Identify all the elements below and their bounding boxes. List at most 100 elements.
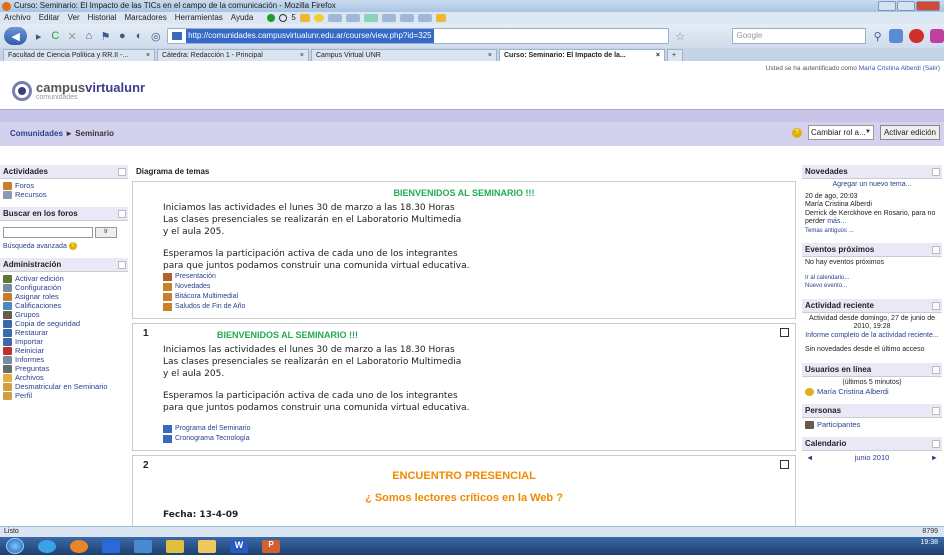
new-event-link[interactable]: Nuevo evento... — [805, 282, 939, 291]
admin-item-grupos[interactable]: Grupos — [3, 310, 125, 319]
tool-icon[interactable] — [417, 14, 432, 22]
abp-icon[interactable] — [909, 29, 924, 43]
tab-catedra[interactable]: Cátedra: Redacción 1 - Principal × — [157, 49, 309, 61]
prev-month-icon[interactable]: ◄ — [806, 453, 813, 462]
resource-link[interactable]: Presentación — [163, 272, 795, 282]
login-user-link[interactable]: María Cristina Alberdi — [859, 65, 921, 72]
new-tab-button[interactable]: + — [667, 49, 683, 61]
reload-icon[interactable]: C — [50, 30, 61, 42]
participants-link[interactable]: Participantes — [805, 420, 939, 429]
green-dot-icon[interactable] — [267, 14, 276, 22]
tab-facultad[interactable]: Facultad de Ciencia Política y RR.II -..… — [3, 49, 155, 61]
admin-item-reiniciar[interactable]: Reiniciar — [3, 346, 125, 355]
forward-icon[interactable]: ▸ — [33, 30, 44, 43]
activate-editing-button[interactable]: Activar edición — [879, 125, 940, 140]
next-month-icon[interactable]: ► — [931, 453, 938, 462]
help-icon[interactable]: ? — [791, 127, 802, 138]
advanced-search-link[interactable]: Búsqueda avanzada? — [3, 242, 125, 250]
resource-link[interactable]: Novedades — [163, 282, 795, 292]
admin-item-informes[interactable]: Informes — [3, 355, 125, 364]
tool-icon[interactable] — [363, 14, 378, 22]
admin-item-copia-seguridad[interactable]: Copia de seguridad — [3, 319, 125, 328]
collapse-toggle[interactable] — [932, 440, 940, 448]
url-bar[interactable]: http://comunidades.campusvirtualunr.edu.… — [167, 28, 669, 44]
collapse-toggle[interactable] — [932, 168, 940, 176]
activity-report-link[interactable]: Informe completo de la actividad recient… — [805, 332, 939, 341]
admin-item-calificaciones[interactable]: Calificaciones — [3, 301, 125, 310]
search-input[interactable]: Google — [731, 28, 867, 44]
forum-search-button[interactable]: Ir — [95, 227, 117, 238]
back-button[interactable]: ◀ — [4, 27, 28, 45]
explorer-icon[interactable] — [198, 539, 216, 553]
folder-icon[interactable] — [299, 14, 310, 22]
admin-item-asignar-roles[interactable]: Asignar roles — [3, 292, 125, 301]
logout-link[interactable]: (Salir) — [923, 65, 940, 72]
paint-icon[interactable] — [166, 539, 184, 553]
firefox-taskbar-icon[interactable] — [70, 539, 88, 553]
resource-link[interactable]: Saludos de Fin de Año — [163, 302, 795, 312]
ring-icon[interactable] — [279, 14, 288, 22]
tool-icon[interactable] — [381, 14, 396, 22]
menu-ver[interactable]: Ver — [68, 12, 80, 24]
addon-icon[interactable] — [929, 29, 944, 43]
sidebar-item-recursos[interactable]: Recursos — [3, 190, 125, 199]
admin-item-preguntas[interactable]: Preguntas — [3, 364, 125, 373]
close-button[interactable] — [916, 1, 940, 11]
help-icon[interactable]: ? — [68, 242, 77, 250]
collapse-toggle[interactable] — [932, 301, 940, 310]
admin-item-perfil[interactable]: Perfil — [3, 391, 125, 400]
admin-item-restaurar[interactable]: Restaurar — [3, 328, 125, 337]
home-icon[interactable]: ⌂ — [83, 30, 94, 42]
collapse-toggle[interactable] — [932, 246, 940, 254]
role-select[interactable]: Cambiar rol a... — [807, 125, 874, 140]
highlight-toggle[interactable] — [780, 328, 789, 337]
start-button[interactable] — [6, 538, 24, 554]
calendar-link[interactable]: Ir al calendario... — [805, 274, 939, 283]
menu-herramientas[interactable]: Herramientas — [175, 12, 223, 24]
breadcrumb-root[interactable]: Comunidades — [10, 129, 63, 138]
bookmark-icon[interactable]: ⚑ — [100, 30, 111, 43]
add-topic-link[interactable]: Agregar un nuevo tema... — [805, 181, 939, 190]
online-user[interactable]: María Cristina Alberdi — [805, 387, 939, 396]
resource-link[interactable]: Bitácora Multimedial — [163, 292, 795, 302]
addon-icon[interactable]: ◐ — [134, 30, 145, 42]
sidebar-item-foros[interactable]: Foros — [3, 181, 125, 190]
addon-icon[interactable] — [889, 29, 904, 43]
star-bookmark-icon[interactable]: ☆ — [675, 30, 686, 43]
search-icon[interactable]: ⚲ — [872, 30, 883, 43]
resource-link[interactable]: Programa del Seminario — [163, 424, 795, 434]
powerpoint-icon[interactable]: P — [262, 539, 280, 553]
collapse-toggle[interactable] — [118, 168, 126, 176]
menu-archivo[interactable]: Archivo — [4, 12, 31, 24]
more-link[interactable]: más... — [827, 218, 846, 225]
menu-ayuda[interactable]: Ayuda — [231, 12, 254, 24]
network-icon[interactable] — [134, 539, 152, 553]
addon-icon[interactable]: ● — [117, 30, 128, 42]
admin-item-desmatricular[interactable]: Desmatricular en Seminario — [3, 382, 125, 391]
admin-item-archivos[interactable]: Archivos — [3, 373, 125, 382]
tool-icon[interactable] — [399, 14, 414, 22]
collapse-toggle[interactable] — [932, 407, 940, 415]
tab-curso[interactable]: Curso: Seminario: El Impacto de la... × — [499, 49, 665, 61]
menu-historial[interactable]: Historial — [88, 12, 117, 24]
admin-item-importar[interactable]: Importar — [3, 337, 125, 346]
forum-search-input[interactable] — [3, 227, 93, 238]
admin-item-configuracion[interactable]: Configuración — [3, 283, 125, 292]
site-logo[interactable]: campusvirtualunr comunidades — [12, 81, 145, 101]
menu-editar[interactable]: Editar — [39, 12, 60, 24]
highlight-toggle[interactable] — [780, 460, 789, 469]
maximize-button[interactable] — [897, 1, 915, 11]
tool-icon[interactable] — [345, 14, 360, 22]
collapse-toggle[interactable] — [932, 365, 940, 374]
tab-campus[interactable]: Campus Virtual UNR × — [311, 49, 497, 61]
resource-link[interactable]: Cronograma Tecnología — [163, 434, 795, 444]
admin-item-activar-edicion[interactable]: Activar edición — [3, 274, 125, 283]
menu-marcadores[interactable]: Marcadores — [125, 12, 167, 24]
ie-icon[interactable] — [38, 539, 56, 553]
collapse-toggle[interactable] — [118, 261, 126, 269]
stop-icon[interactable]: ✕ — [67, 30, 78, 43]
media-icon[interactable] — [102, 539, 120, 553]
word-icon[interactable]: W — [230, 539, 248, 553]
star-icon[interactable] — [313, 14, 324, 22]
folder-icon[interactable] — [435, 14, 446, 22]
